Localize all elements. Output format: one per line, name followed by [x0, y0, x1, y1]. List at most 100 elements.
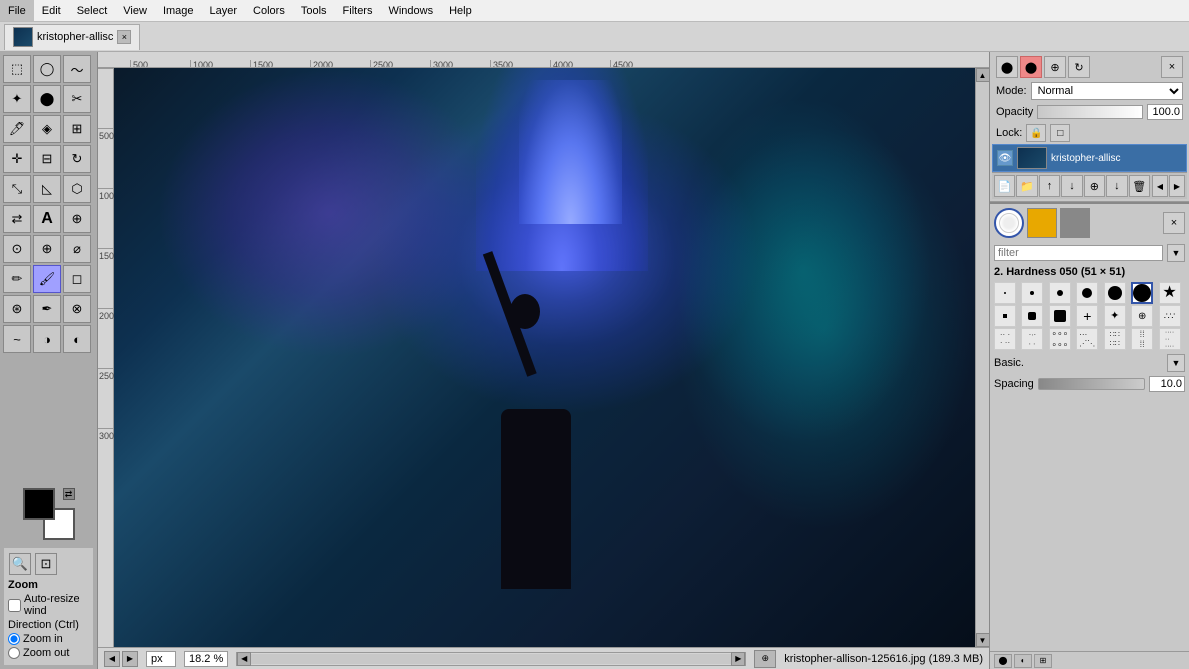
brush-cell-20[interactable]: ⁞⁞⁞⁞ [1131, 328, 1153, 350]
brush-cell-6[interactable] [1131, 282, 1153, 304]
lock-alpha-button[interactable]: □ [1050, 124, 1070, 142]
tool-align[interactable]: ⊞ [63, 115, 91, 143]
brush-cell-4[interactable] [1076, 282, 1098, 304]
tool-flip[interactable]: ⇄ [3, 205, 31, 233]
tool-color-select[interactable]: ⬤ [33, 85, 61, 113]
tab-close-button[interactable]: × [117, 30, 131, 44]
brush-cell-12[interactable]: ✦ [1104, 305, 1126, 327]
tool-crop[interactable]: ⊟ [33, 145, 61, 173]
tool-eraser[interactable]: ◻ [63, 265, 91, 293]
layer-down-button[interactable]: ↓ [1061, 175, 1082, 197]
opacity-slider[interactable] [1037, 105, 1143, 119]
brush-cell-5[interactable] [1104, 282, 1126, 304]
lock-pixels-button[interactable]: 🔒 [1026, 124, 1046, 142]
brushes-panel-close[interactable]: × [1163, 212, 1185, 234]
brush-filter-dropdown[interactable]: ▼ [1167, 244, 1185, 262]
tool-scissors[interactable]: ✂ [63, 85, 91, 113]
vscroll-down[interactable]: ▼ [976, 633, 990, 647]
menu-help[interactable]: Help [441, 0, 480, 21]
tool-perspective[interactable]: ⬡ [63, 175, 91, 203]
canvas-scroll[interactable] [114, 68, 975, 647]
menu-windows[interactable]: Windows [380, 0, 441, 21]
unit-display[interactable]: px [146, 651, 176, 667]
opacity-input[interactable] [1147, 104, 1183, 120]
brush-cell-13[interactable]: ⊕ [1131, 305, 1153, 327]
tool-smudge[interactable]: ~ [3, 325, 31, 353]
brush-preset-white[interactable] [994, 208, 1024, 238]
brush-cell-17[interactable]: ∘∘∘∘∘∘ [1049, 328, 1071, 350]
hscroll-right[interactable]: ▶ [731, 652, 745, 666]
brush-cell-1[interactable] [994, 282, 1016, 304]
foreground-color[interactable] [23, 488, 55, 520]
brush-cell-10[interactable] [1049, 305, 1071, 327]
menu-filters[interactable]: Filters [335, 0, 381, 21]
panel-icon-layers[interactable]: ⬤ [996, 56, 1018, 78]
brush-cell-3[interactable] [1049, 282, 1071, 304]
new-layer-button[interactable]: 📄 [994, 175, 1015, 197]
tool-ellipse-select[interactable]: ◯ [33, 55, 61, 83]
tool-free-select[interactable]: 〜 [63, 55, 91, 83]
auto-resize-checkbox[interactable] [8, 599, 21, 612]
panel-icon-channels[interactable]: ⬤ [1020, 56, 1042, 78]
menu-select[interactable]: Select [69, 0, 116, 21]
horizontal-scrollbar[interactable]: ◀ ▶ [236, 652, 746, 666]
panel-icon-undo[interactable]: ↻ [1068, 56, 1090, 78]
tool-paintbucket[interactable]: ◈ [33, 115, 61, 143]
tool-heal[interactable]: ⊗ [63, 295, 91, 323]
tool-clone[interactable]: ⊕ [63, 205, 91, 233]
open-layer-button[interactable]: 📁 [1016, 175, 1037, 197]
brush-cell-16[interactable]: ·∙·∙ ∙ [1021, 328, 1043, 350]
menu-edit[interactable]: Edit [34, 0, 69, 21]
spacing-input[interactable] [1149, 376, 1185, 392]
brush-cell-8[interactable] [994, 305, 1016, 327]
bottom-icon-1[interactable]: ⬤ [994, 654, 1012, 668]
menu-layer[interactable]: Layer [202, 0, 246, 21]
brush-cell-2[interactable] [1021, 282, 1043, 304]
tool-measure[interactable]: ⌀ [63, 235, 91, 263]
brush-preset-orange[interactable] [1027, 208, 1057, 238]
tool-rect-select[interactable]: ⬚ [3, 55, 31, 83]
layer-item[interactable]: 👁 kristopher-allisc [992, 144, 1187, 172]
menu-image[interactable]: Image [155, 0, 202, 21]
crosshair-button[interactable]: ⊕ [754, 650, 776, 668]
brush-basic-dropdown[interactable]: ▼ [1167, 354, 1185, 372]
tool-fuzzy-select[interactable]: ✦ [3, 85, 31, 113]
menu-file[interactable]: File [0, 0, 34, 21]
brush-cell-18[interactable]: ⋯⋰⋱ [1076, 328, 1098, 350]
tool-paintbrush[interactable]: 🖌 [33, 265, 61, 293]
brush-cell-7[interactable]: ★ [1159, 282, 1181, 304]
brush-cell-9[interactable] [1021, 305, 1043, 327]
tool-magnify[interactable]: ⊕ [33, 235, 61, 263]
zoom-display[interactable]: 18.2 % [184, 651, 228, 667]
hscroll-left[interactable]: ◀ [237, 652, 251, 666]
layer-up-button[interactable]: ↑ [1039, 175, 1060, 197]
tool-shear[interactable]: ◺ [33, 175, 61, 203]
tool-move[interactable]: ✛ [3, 145, 31, 173]
swap-colors[interactable]: ⇄ [63, 488, 75, 500]
menu-view[interactable]: View [115, 0, 155, 21]
brush-filter-input[interactable] [994, 245, 1163, 261]
tool-rotate[interactable]: ↻ [63, 145, 91, 173]
zoom-reset[interactable]: ⊡ [35, 553, 57, 575]
layer-visibility-toggle[interactable]: 👁 [997, 150, 1013, 166]
merge-down-button[interactable]: ↓ [1106, 175, 1127, 197]
layers-scroll-right[interactable]: ▶ [1169, 175, 1185, 197]
tool-color-picker[interactable]: ⊙ [3, 235, 31, 263]
tool-paths[interactable]: 🖊 [3, 115, 31, 143]
zoom-in-radio[interactable] [8, 633, 20, 645]
menu-tools[interactable]: Tools [293, 0, 335, 21]
nav-left-button[interactable]: ◀ [104, 651, 120, 667]
nav-right-button[interactable]: ▶ [122, 651, 138, 667]
image-tab[interactable]: kristopher-allisc × [4, 24, 140, 50]
bottom-icon-2[interactable]: ◐ [1014, 654, 1032, 668]
brush-cell-21[interactable]: ·········· [1159, 328, 1181, 350]
panel-icon-paths[interactable]: ⊕ [1044, 56, 1066, 78]
duplicate-layer-button[interactable]: ⊕ [1084, 175, 1105, 197]
tool-pencil[interactable]: ✏ [3, 265, 31, 293]
vscroll-up[interactable]: ▲ [976, 68, 990, 82]
brush-cell-11[interactable]: + [1076, 305, 1098, 327]
bottom-icon-3[interactable]: ⊞ [1034, 654, 1052, 668]
hscroll-track[interactable] [251, 654, 731, 664]
brush-cell-14[interactable]: ∴∵ [1159, 305, 1181, 327]
tool-airbrush[interactable]: ⊛ [3, 295, 31, 323]
